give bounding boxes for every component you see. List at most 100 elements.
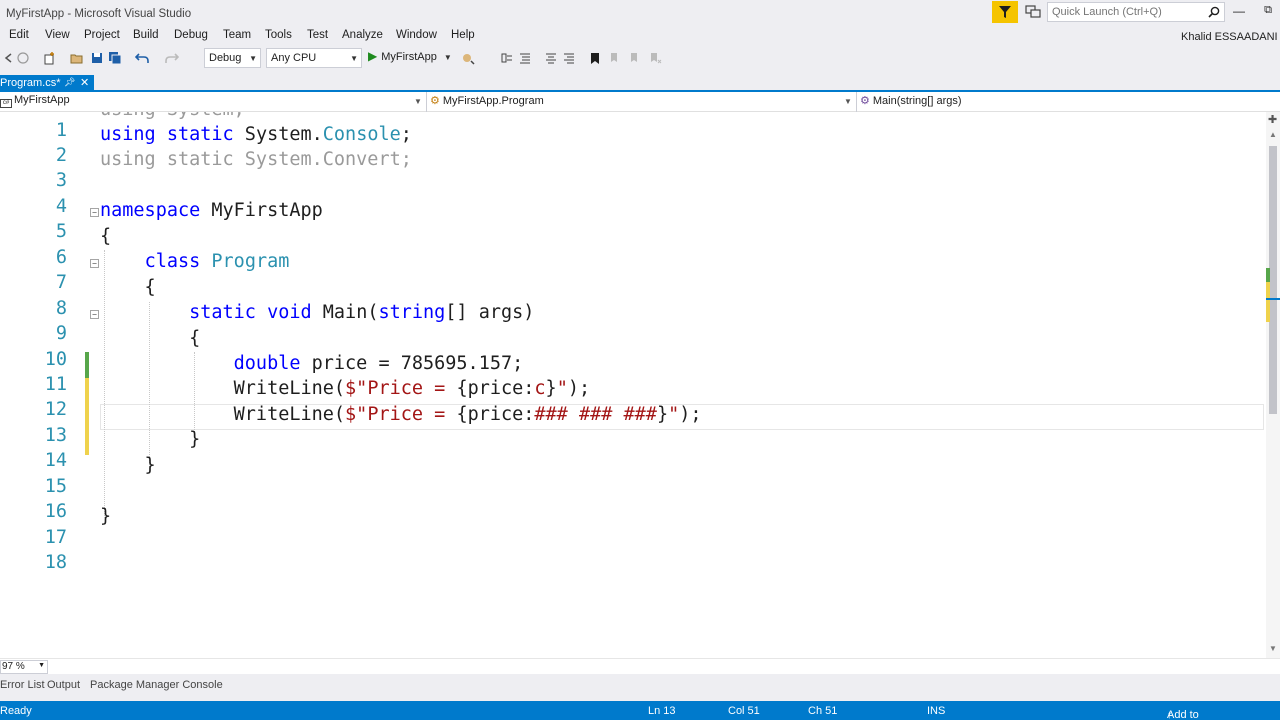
type-dropdown[interactable]: ⚙︎ MyFirstApp.Program ▼ — [430, 94, 854, 112]
clear-bookmarks-icon[interactable] — [648, 51, 662, 65]
tab-package-manager-console[interactable]: Package Manager Console — [90, 679, 223, 691]
zoom-level-dropdown[interactable]: 97 % ▼ — [0, 660, 48, 674]
code-text: { — [100, 328, 201, 349]
configuration-value: Debug — [209, 52, 242, 64]
saved-change-map-marker — [1266, 268, 1270, 282]
close-icon[interactable]: ✕ — [80, 76, 89, 89]
chevron-down-icon: ▼ — [844, 97, 852, 106]
code-line-3: 3 using static System.Convert; — [0, 149, 1266, 191]
format-document-icon[interactable] — [518, 51, 532, 65]
forward-icon[interactable] — [16, 51, 30, 65]
bookmark-icon[interactable] — [588, 51, 602, 65]
save-icon[interactable] — [90, 51, 104, 65]
start-debugging-button[interactable]: ▶ MyFirstApp ▼ — [368, 49, 452, 67]
chevron-down-icon: ▼ — [249, 54, 257, 63]
menu-debug[interactable]: Debug — [174, 29, 208, 41]
editor-footer: 97 % ▼ — [0, 658, 1280, 674]
method-icon: ⚙︎ — [860, 95, 870, 107]
code-line-17: 17 } — [0, 506, 1266, 548]
code-text: static void Main(string[] args) — [189, 302, 535, 323]
code-text: double price = 785695.157; — [233, 353, 524, 374]
code-line-16: 16 — [0, 480, 1266, 522]
restore-button[interactable]: ⧉ — [1261, 4, 1275, 20]
menu-test[interactable]: Test — [307, 29, 328, 41]
project-name: MyFirstApp — [14, 94, 70, 106]
code-line-12: 12 WriteLine($"Price = {price:c}"); — [0, 378, 1266, 420]
tab-label: Program.cs* — [0, 77, 61, 89]
menu-help[interactable]: Help — [451, 29, 475, 41]
browser-link-icon[interactable] — [461, 51, 475, 65]
chevron-down-icon: ▼ — [38, 662, 45, 669]
chevron-down-icon: ▼ — [414, 97, 422, 106]
filter-icon — [999, 6, 1011, 18]
code-line-4: 4 — [0, 175, 1266, 217]
tab-output[interactable]: Output — [47, 679, 80, 691]
feedback-icon[interactable] — [1025, 5, 1041, 19]
tab-error-list[interactable]: Error List — [0, 679, 45, 691]
next-bookmark-icon[interactable] — [628, 51, 642, 65]
code-editor[interactable]: − − − 1 using System; 2 using static Sys… — [0, 112, 1266, 658]
code-line-2: 2 using static System.Console; — [0, 124, 1266, 166]
menu-bar: Edit View Project Build Debug Team Tools… — [0, 28, 1280, 46]
code-text: } — [100, 455, 156, 476]
quick-launch-box[interactable] — [1047, 2, 1225, 22]
menu-edit[interactable]: Edit — [9, 29, 29, 41]
unsaved-change-map-marker — [1266, 282, 1270, 322]
code-line-13: 13 WriteLine($"Price = {price:### ### ##… — [0, 404, 1266, 446]
menu-build[interactable]: Build — [133, 29, 159, 41]
quick-launch-input[interactable] — [1048, 3, 1198, 21]
scroll-down-icon[interactable]: ▼ — [1269, 644, 1277, 653]
chevron-down-icon[interactable]: ▼ — [444, 53, 452, 62]
menu-analyze[interactable]: Analyze — [342, 29, 383, 41]
status-insert-mode: INS — [927, 705, 946, 717]
comment-lines-icon[interactable] — [544, 51, 558, 65]
pin-icon[interactable]: 📌︎ — [64, 77, 75, 88]
solution-configuration-dropdown[interactable]: Debug ▼ — [204, 48, 261, 68]
code-text: } — [100, 429, 201, 450]
window-title: MyFirstApp - Microsoft Visual Studio — [6, 8, 192, 20]
code-text: } — [100, 506, 112, 527]
vertical-scrollbar[interactable]: ✚ ▲ ▼ — [1266, 112, 1280, 658]
search-icon[interactable] — [1208, 6, 1220, 18]
back-arrow-icon[interactable] — [2, 51, 16, 65]
minimize-button[interactable]: — — [1232, 4, 1246, 20]
code-text: { — [100, 226, 112, 247]
notifications-filter-button[interactable] — [992, 1, 1018, 23]
nav-separator — [856, 92, 857, 112]
code-text: namespace MyFirstApp — [100, 200, 323, 221]
code-text: using static System.Convert; — [100, 149, 412, 170]
menu-tools[interactable]: Tools — [265, 29, 292, 41]
scroll-up-icon[interactable]: ▲ — [1269, 130, 1277, 139]
menu-project[interactable]: Project — [84, 29, 120, 41]
redo-icon[interactable] — [165, 51, 179, 65]
save-all-icon[interactable] — [108, 51, 122, 65]
status-text: Ready — [0, 705, 32, 717]
menu-window[interactable]: Window — [396, 29, 437, 41]
step-into-icon[interactable] — [500, 51, 514, 65]
status-char: Ch 51 — [808, 705, 838, 717]
menu-team[interactable]: Team — [223, 29, 251, 41]
code-text: using static System.Console; — [100, 124, 412, 145]
solution-platform-dropdown[interactable]: Any CPU ▼ — [266, 48, 362, 68]
title-bar: MyFirstApp - Microsoft Visual Studio — ⧉ — [0, 0, 1280, 30]
menu-view[interactable]: View — [45, 29, 70, 41]
nav-separator — [426, 92, 427, 112]
undo-icon[interactable] — [135, 51, 149, 65]
previous-bookmark-icon[interactable] — [608, 51, 622, 65]
open-file-icon[interactable] — [70, 51, 84, 65]
code-text: { — [100, 277, 156, 298]
new-project-icon[interactable] — [43, 51, 57, 65]
chevron-down-icon: ▼ — [350, 54, 358, 63]
member-dropdown[interactable]: ⚙︎ Main(string[] args) — [860, 94, 1280, 112]
code-line-5: 5 namespace MyFirstApp — [0, 200, 1266, 242]
standard-toolbar: Debug ▼ Any CPU ▼ ▶ MyFirstApp ▼ — [0, 46, 1280, 70]
code-line-15: 15 } — [0, 455, 1266, 497]
project-dropdown[interactable]: c# MyFirstApp ▼ — [0, 94, 424, 112]
split-window-icon[interactable]: ✚ — [1268, 113, 1277, 126]
class-icon: ⚙︎ — [430, 95, 440, 107]
uncomment-lines-icon[interactable] — [562, 51, 576, 65]
signed-in-user[interactable]: Khalid ESSAADANI — [1181, 31, 1278, 43]
scrollbar-thumb[interactable] — [1269, 146, 1277, 414]
code-text: WriteLine($"Price = {price:### ### ###}"… — [100, 404, 702, 425]
play-icon: ▶ — [368, 49, 378, 63]
